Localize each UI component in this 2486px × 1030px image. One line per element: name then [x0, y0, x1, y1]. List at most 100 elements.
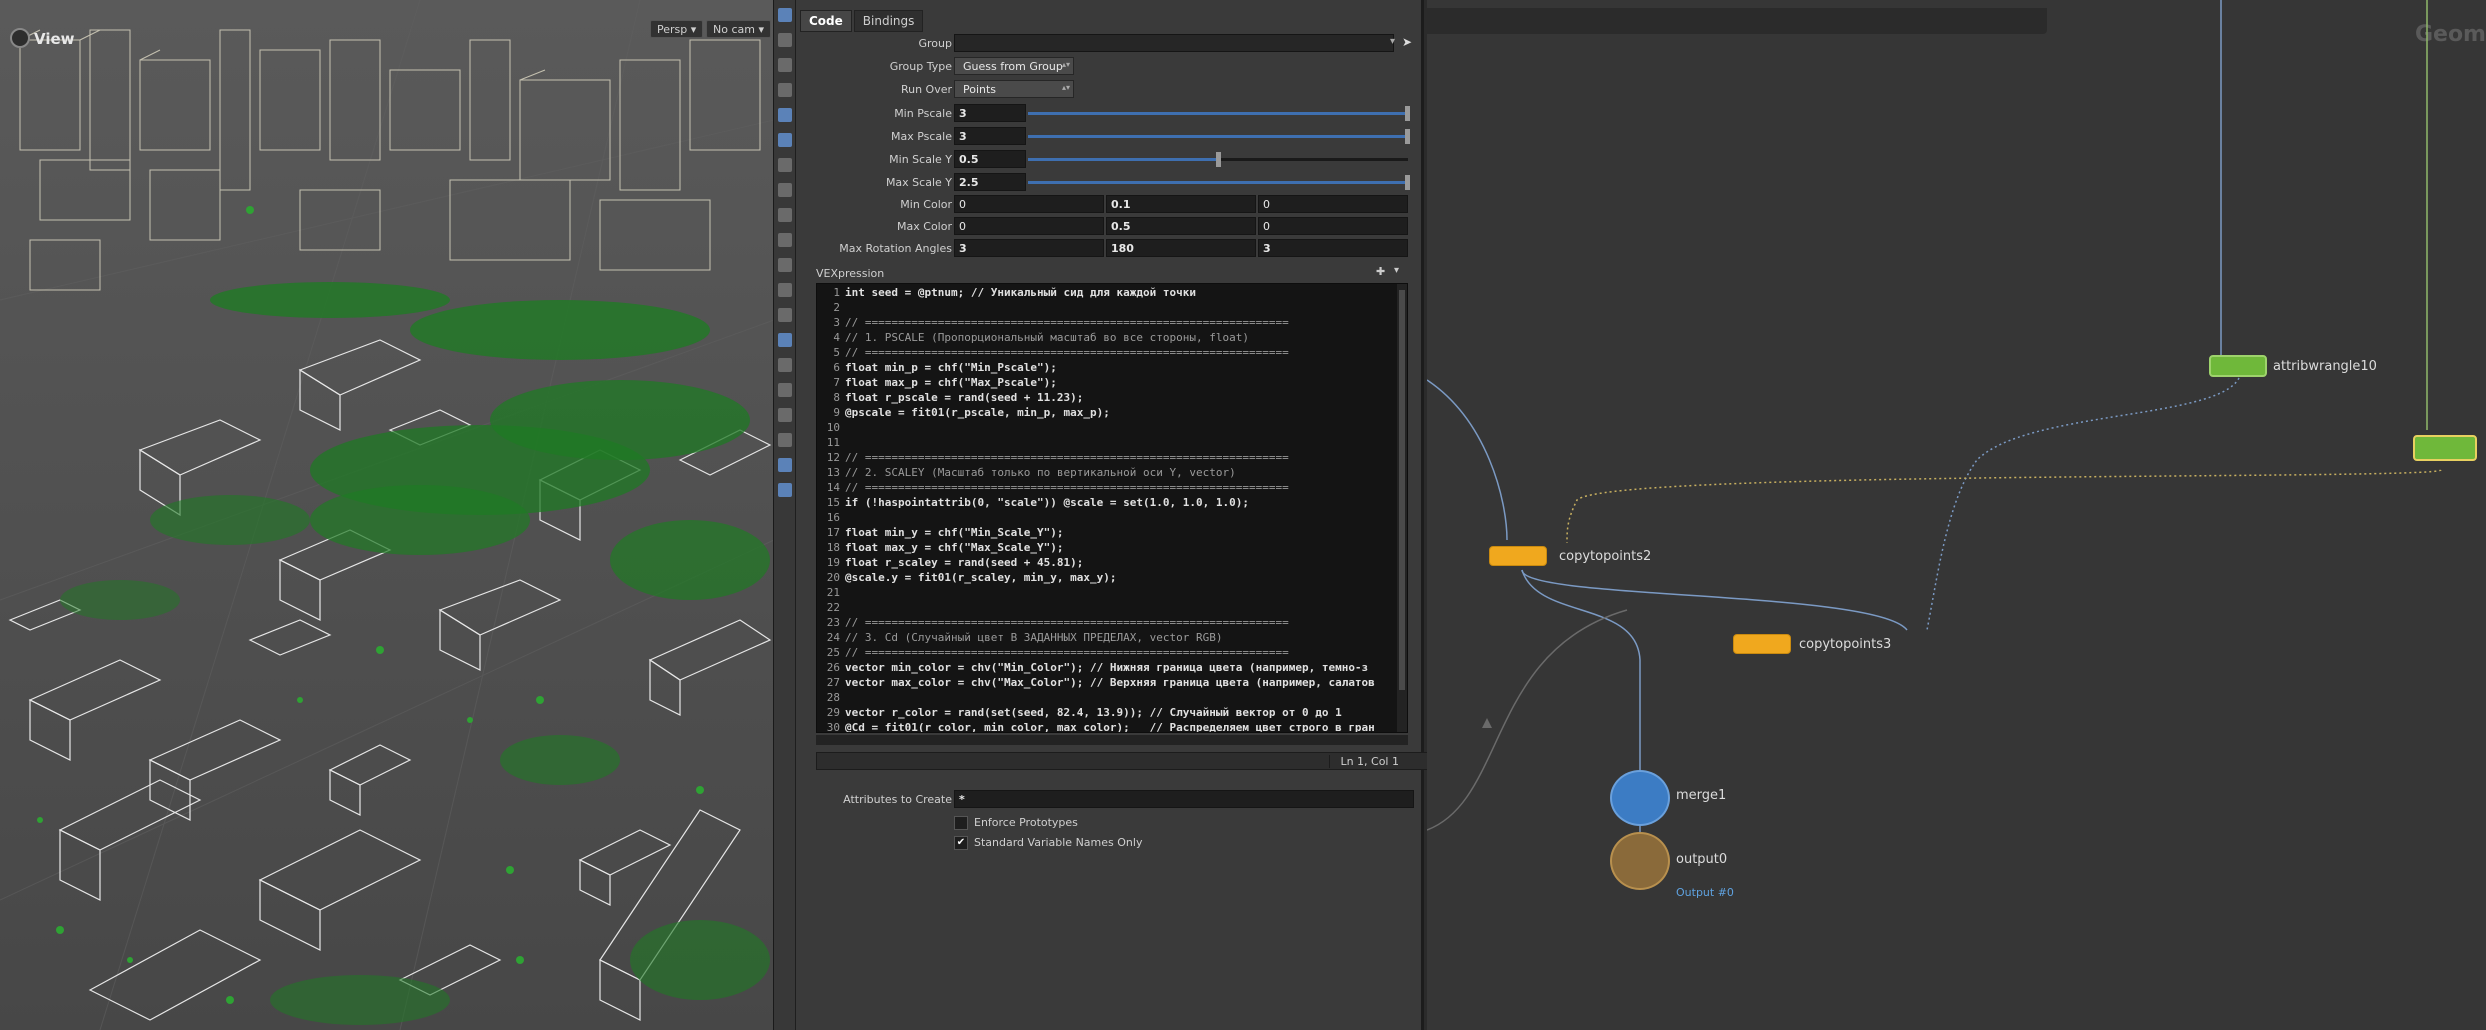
snapping-icon[interactable]	[778, 383, 792, 397]
max-rotation-label: Max Rotation Angles	[839, 242, 952, 255]
max-color-g[interactable]: 0.5	[1106, 217, 1256, 235]
light-bulb-icon[interactable]	[778, 58, 792, 72]
run-over-dropdown[interactable]: Points ▴▾	[954, 80, 1074, 98]
wrangle-node-icon[interactable]	[2413, 435, 2477, 461]
code-horizontal-scrollbar[interactable]	[816, 735, 1408, 745]
scroll-thumb[interactable]	[1399, 290, 1405, 690]
view-eye-icon[interactable]	[10, 28, 30, 48]
standard-names-checkbox[interactable]: ✔	[954, 836, 968, 850]
max-pscale-slider[interactable]	[1028, 129, 1410, 144]
pin-icon[interactable]	[778, 483, 792, 497]
max-scale-y-slider[interactable]	[1028, 175, 1410, 190]
code-text: // =====================================…	[845, 316, 1289, 329]
min-scale-y-input[interactable]: 0.5	[954, 150, 1026, 168]
camera-icon[interactable]	[778, 458, 792, 472]
output-index-label: Output #0	[1676, 886, 1734, 899]
code-text: // =====================================…	[845, 481, 1289, 494]
line-number: 30	[826, 721, 840, 733]
slider-knob[interactable]	[1216, 152, 1221, 167]
line-number: 24	[826, 631, 840, 644]
code-text: // 2. SCALEY (Масштаб только по вертикал…	[845, 466, 1236, 479]
tab-code[interactable]: Code	[800, 10, 852, 32]
output-node-icon[interactable]	[1610, 832, 1670, 890]
texture-icon[interactable]	[778, 408, 792, 422]
network-editor[interactable]: Geom attribwrangle10 copytopoints2 copyt…	[1427, 0, 2486, 1030]
min-scale-y-label: Min Scale Y	[889, 153, 952, 166]
group-select-arrow-icon[interactable]: ➤	[1402, 35, 1412, 49]
code-status-bar: Ln 1, Col 1	[816, 752, 1430, 770]
construction-plane-icon[interactable]	[778, 308, 792, 322]
line-number: 7	[833, 376, 840, 389]
merge-node-icon[interactable]	[1610, 770, 1670, 826]
code-line: 28	[817, 691, 1407, 706]
scene-viewport[interactable]: View Persp ▾ No cam ▾	[0, 0, 774, 1030]
max-scale-y-input[interactable]: 2.5	[954, 173, 1026, 191]
code-text: @Cd = fit01(r_color, min_color, max_colo…	[845, 721, 1375, 733]
code-line: 16	[817, 511, 1407, 526]
max-rotation-x[interactable]: 3	[954, 239, 1104, 257]
pencil-icon[interactable]	[778, 233, 792, 247]
enforce-prototypes-checkbox[interactable]	[954, 816, 968, 830]
wrangle-node-icon[interactable]	[2209, 355, 2267, 377]
min-color-label: Min Color	[900, 198, 952, 211]
code-text: float min_p = chf("Min_Pscale");	[845, 361, 1057, 374]
max-color-r[interactable]: 0	[954, 217, 1104, 235]
display-options-icon[interactable]	[778, 8, 792, 22]
group-dropdown-icon[interactable]: ▾	[1390, 36, 1395, 47]
attributes-label: Attributes to Create	[843, 793, 952, 806]
min-color-r[interactable]: 0	[954, 195, 1104, 213]
line-number: 5	[833, 346, 840, 359]
grid-icon[interactable]	[778, 283, 792, 297]
normals-icon[interactable]	[778, 208, 792, 222]
tab-bindings[interactable]: Bindings	[853, 10, 924, 32]
code-line: 29 vector r_color = rand(set(seed, 82.4, …	[817, 706, 1407, 721]
camera-menu[interactable]: No cam ▾	[706, 20, 771, 38]
copy-node-icon[interactable]	[1489, 546, 1547, 566]
wireframe-icon[interactable]	[778, 133, 792, 147]
slider-knob[interactable]	[1405, 175, 1410, 190]
node-label: copytopoints2	[1559, 549, 1652, 564]
code-vertical-scrollbar[interactable]	[1397, 284, 1407, 732]
code-line: 30 @Cd = fit01(r_color, min_color, max_co…	[817, 721, 1407, 733]
line-number: 8	[833, 391, 840, 404]
line-number: 14	[826, 481, 840, 494]
persp-menu[interactable]: Persp ▾	[650, 20, 704, 38]
max-pscale-input[interactable]: 3	[954, 127, 1026, 145]
max-rotation-y[interactable]: 180	[1106, 239, 1256, 257]
min-pscale-input[interactable]: 3	[954, 104, 1026, 122]
line-number: 27	[826, 676, 840, 689]
min-pscale-slider[interactable]	[1028, 106, 1410, 121]
max-color-b[interactable]: 0	[1258, 217, 1408, 235]
code-line: 14 // ===================================…	[817, 481, 1407, 496]
slider-knob[interactable]	[1405, 129, 1410, 144]
updown-icon: ▴▾	[1061, 60, 1070, 69]
line-number: 2	[833, 301, 840, 314]
max-color-row: Max Color 0 0.5 0	[796, 217, 1416, 237]
min-scale-y-slider[interactable]	[1028, 152, 1408, 167]
ghost-icon[interactable]	[778, 158, 792, 172]
min-color-b[interactable]: 0	[1258, 195, 1408, 213]
code-text: // =====================================…	[845, 451, 1289, 464]
copy-node-icon[interactable]	[1733, 634, 1791, 654]
min-color-g[interactable]: 0.1	[1106, 195, 1256, 213]
code-text: if (!haspointattrib(0, "scale")) @scale …	[845, 496, 1249, 509]
headlight-icon[interactable]	[778, 83, 792, 97]
code-line: 2	[817, 301, 1407, 316]
visualizer-icon[interactable]	[778, 433, 792, 447]
max-rotation-z[interactable]: 3	[1258, 239, 1408, 257]
point-display-icon[interactable]	[778, 183, 792, 197]
lock-camera-icon[interactable]	[778, 33, 792, 47]
attributes-input[interactable]: *	[954, 790, 1414, 808]
dropdown-icon[interactable]: ▾	[1394, 265, 1399, 276]
shading-icon[interactable]	[778, 108, 792, 122]
background-icon[interactable]	[778, 358, 792, 372]
group-type-dropdown[interactable]: Guess from Group ▴▾	[954, 57, 1074, 75]
brush-icon[interactable]	[778, 333, 792, 347]
add-spare-parms-icon[interactable]: ✚	[1376, 265, 1385, 278]
group-input[interactable]	[954, 34, 1394, 52]
line-number: 22	[826, 601, 840, 614]
slider-knob[interactable]	[1405, 106, 1410, 121]
vector-display-icon[interactable]	[778, 258, 792, 272]
vex-code-editor[interactable]: 1 int seed = @ptnum; // Уникальный сид дл…	[816, 283, 1408, 733]
code-text: float r_pscale = rand(seed + 11.23);	[845, 391, 1084, 404]
